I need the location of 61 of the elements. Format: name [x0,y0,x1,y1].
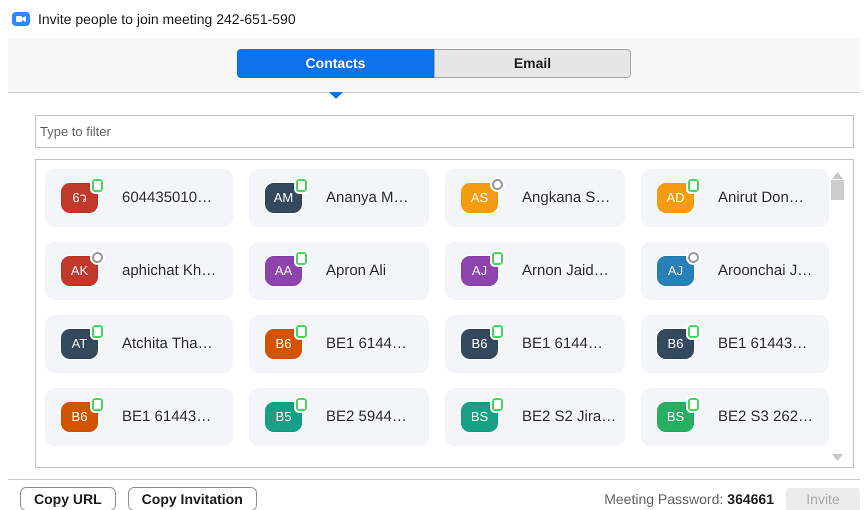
contact-name: BE1 61443… [718,334,808,354]
filter-field[interactable]: Type to filter [35,115,854,148]
contact-name: Ananya M… [326,188,409,208]
contact-card[interactable]: AJ Arnon Jaid… [445,242,625,300]
avatar: AM [265,183,302,213]
avatar: AA [265,256,302,286]
avatar: B6 [61,402,98,432]
contact-name: Anirut Don… [718,188,804,208]
contact-card[interactable]: AK aphichat Kh… [45,242,233,300]
contact-name: 604435010… [122,188,212,208]
avatar: AS [461,183,498,213]
contact-name: Angkana S… [522,188,610,208]
contact-name: Aroonchai J… [718,260,812,281]
contact-card[interactable]: B6 BE1 6144… [249,315,429,373]
avatar: B6 [657,329,694,359]
avatar: BS [461,402,498,432]
contact-card[interactable]: B6 BE1 61443… [641,315,829,373]
contact-card[interactable]: AD Anirut Don… [641,169,829,227]
tab[interactable]: Email [434,49,631,78]
contact-name: BE1 6144… [326,334,407,354]
contact-card[interactable]: AS Angkana S… [445,169,625,227]
contact-name: BE2 S2 Jira… [522,406,616,427]
contact-name: aphichat Kh… [122,260,216,281]
avatar: B5 [265,402,302,432]
contact-card[interactable]: B6 BE1 6144… [445,315,625,373]
contact-card[interactable]: AT Atchita Tha… [45,315,233,373]
contact-name: BE1 61443… [122,406,212,427]
avatar: AJ [461,256,498,286]
scrollbar-thumb[interactable] [831,180,844,200]
contact-card[interactable]: 6ว 604435010… [45,169,233,227]
contact-name: Arnon Jaid… [522,260,609,281]
app-logo-icon [12,12,30,26]
password-value: 364661 [727,490,774,508]
scroll-down-icon[interactable] [830,452,845,462]
avatar: AK [61,256,98,286]
contact-card[interactable]: AA Apron Ali [249,242,429,300]
contact-card[interactable]: B6 BE1 61443… [45,388,233,446]
contact-name: BE2 5944… [326,406,407,427]
avatar: B6 [265,329,302,359]
avatar: B6 [461,329,498,359]
tab-pointer-icon [328,92,342,99]
contact-name: Atchita Tha… [122,334,213,354]
copy-button[interactable]: Copy URL [20,487,116,510]
contact-card[interactable]: AM Ananya M… [249,169,429,227]
avatar: AJ [657,256,694,286]
avatar: AD [657,183,694,213]
password-label: Meeting Password: [604,490,724,509]
contact-name: BE1 6144… [522,334,603,354]
contact-name: Apron Ali [326,260,386,281]
contact-card[interactable]: BS BE2 S3 262… [641,388,829,446]
contact-card[interactable]: B5 BE2 5944… [249,388,429,446]
contact-card[interactable]: BS BE2 S2 Jira… [445,388,625,446]
window-title: Invite people to join meeting 242-651-590 [38,10,296,29]
avatar: 6ว [61,183,98,213]
avatar: BS [657,402,694,432]
contact-name: BE2 S3 262… [718,406,814,427]
tab[interactable]: Contacts [237,49,434,78]
scroll-up-icon[interactable] [830,170,845,180]
copy-button[interactable]: Copy Invitation [128,487,257,510]
avatar: AT [61,329,98,359]
contact-card[interactable]: AJ Aroonchai J… [641,242,829,300]
